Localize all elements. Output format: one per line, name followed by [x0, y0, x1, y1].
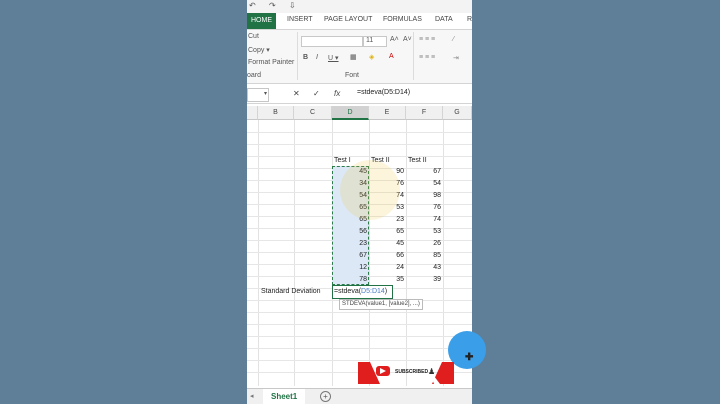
gridline [443, 120, 444, 386]
enter-icon[interactable]: ✓ [313, 89, 320, 98]
function-tooltip: STDEVA(value1, [value2], ...) [339, 299, 423, 310]
column-header-g[interactable]: G [443, 106, 472, 120]
fill-color-icon[interactable]: ◈ [369, 53, 374, 61]
watermark-logo [340, 160, 400, 220]
subscribe-overlay[interactable]: SUBSCRIBED ♟ [358, 360, 454, 384]
table-cell[interactable]: 26 [406, 238, 441, 250]
cut-button[interactable]: Cut [248, 33, 259, 40]
clipboard-group-label: oard [247, 72, 262, 79]
table-cell[interactable]: 65 [369, 226, 404, 238]
chevron-down-icon: ▾ [263, 91, 267, 97]
gridline [247, 156, 472, 157]
underline-button[interactable]: U ▾ [328, 54, 339, 62]
formula-range-ref: D5:D14 [361, 288, 385, 295]
table-cell[interactable]: 24 [369, 262, 404, 274]
orientation-icon[interactable]: ⁄ [453, 36, 454, 43]
table-cell[interactable]: 66 [369, 250, 404, 262]
font-name-dropdown[interactable] [301, 36, 363, 47]
formula-text-start: =stdeva( [334, 288, 362, 295]
ribbon-separator [413, 32, 414, 80]
column-header-b[interactable]: B [258, 106, 294, 120]
table-cell[interactable]: 12 [332, 262, 367, 274]
gridline [247, 324, 472, 325]
gridline [258, 120, 259, 386]
gridline [294, 120, 295, 386]
sheet-tab-sheet1[interactable]: Sheet1 [263, 389, 306, 404]
std-dev-label[interactable]: Standard Deviation [261, 286, 321, 298]
subscribe-label: SUBSCRIBED [395, 369, 429, 375]
grow-font-icon[interactable]: A˄ [390, 36, 399, 43]
add-sheet-icon[interactable]: + [320, 391, 331, 402]
undo-icon[interactable]: ↶ [249, 1, 256, 10]
copy-button[interactable]: Copy ▾ [248, 46, 270, 54]
formula-text-end: ) [384, 288, 388, 295]
ribbon-home: Cut Copy ▾ Format Painter oard 11 A˄ A˅ … [247, 30, 472, 84]
tab-home[interactable]: HOME [247, 13, 276, 29]
borders-icon[interactable]: ▦ [350, 53, 357, 61]
table-cell[interactable]: 67 [332, 250, 367, 262]
tab-page-layout[interactable]: PAGE LAYOUT [324, 16, 372, 23]
gridline [247, 144, 472, 145]
column-header-e[interactable]: E [369, 106, 406, 120]
table-cell[interactable]: 76 [406, 202, 441, 214]
table-cell[interactable]: 74 [406, 214, 441, 226]
tab-review[interactable]: R [467, 16, 472, 23]
quick-access-toolbar: ↶ ↷ ⇩ [247, 0, 472, 13]
table-cell[interactable]: 23 [332, 238, 367, 250]
column-header-f[interactable]: F [406, 106, 443, 120]
align-top-icon[interactable]: ≡ ≡ ≡ [419, 36, 435, 43]
font-size-dropdown[interactable]: 11 [363, 36, 387, 47]
worksheet-grid: B C D E F G Test I Test II Test II 45 90… [247, 106, 472, 386]
name-box[interactable]: ▾ [247, 88, 269, 102]
table-cell[interactable]: 67 [406, 166, 441, 178]
youtube-logo-icon [376, 366, 390, 376]
gridline [247, 336, 472, 337]
insert-function-icon[interactable]: fx [334, 89, 340, 98]
indent-icon[interactable]: ⇥ [453, 54, 459, 62]
italic-button[interactable]: I [316, 54, 318, 61]
tab-data[interactable]: DATA [435, 16, 453, 23]
gridline [247, 348, 472, 349]
formula-input[interactable]: =stdeva(D5:D14) [357, 89, 410, 96]
column-header-d[interactable]: D [332, 106, 369, 120]
gridline [247, 312, 472, 313]
tab-insert[interactable]: INSERT [287, 16, 313, 23]
bold-button[interactable]: B [303, 54, 308, 61]
std-dev-formula-cell[interactable]: =stdeva(D5:D14) [332, 285, 393, 299]
table-cell[interactable]: 45 [369, 238, 404, 250]
shrink-font-icon[interactable]: A˅ [403, 36, 412, 43]
formula-bar: ▾ ✕ ✓ fx =stdeva(D5:D14) [247, 86, 472, 104]
scroll-left-icon[interactable]: ◂ [250, 392, 254, 400]
table-cell[interactable]: 98 [406, 190, 441, 202]
sheet-tab-bar: ◂ Sheet1 + [247, 388, 472, 404]
ribbon-tabs: HOME INSERT PAGE LAYOUT FORMULAS DATA R [247, 13, 472, 30]
gridline [247, 132, 472, 133]
ribbon-separator [297, 32, 298, 80]
customize-icon[interactable]: ⇩ [289, 1, 296, 10]
table-cell[interactable]: 85 [406, 250, 441, 262]
table-cell[interactable]: 43 [406, 262, 441, 274]
cancel-icon[interactable]: ✕ [293, 89, 300, 98]
redo-icon[interactable]: ↷ [269, 1, 276, 10]
align-left-icon[interactable]: ≡ ≡ ≡ [419, 54, 435, 61]
table-cell[interactable]: 56 [332, 226, 367, 238]
table-cell[interactable]: 54 [406, 178, 441, 190]
format-painter-button[interactable]: Format Painter [248, 59, 294, 66]
column-header-c[interactable]: C [294, 106, 332, 120]
select-all-corner[interactable] [247, 106, 258, 120]
table-cell[interactable]: 53 [406, 226, 441, 238]
font-group-label: Font [345, 72, 360, 79]
tab-formulas[interactable]: FORMULAS [383, 16, 422, 23]
bell-icon: ♟ [428, 367, 436, 376]
font-color-icon[interactable]: A [389, 53, 394, 60]
table-cell[interactable]: 39 [406, 274, 441, 286]
move-cursor-icon: ✚ [465, 352, 474, 363]
